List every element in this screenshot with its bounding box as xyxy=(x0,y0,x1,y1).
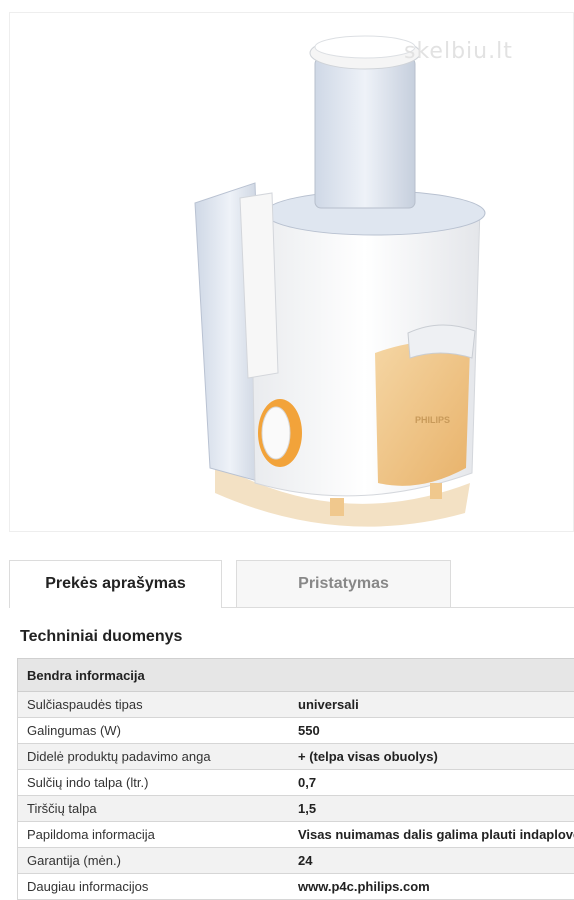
spec-label: Sulčių indo talpa (ltr.) xyxy=(17,769,289,796)
brand-label: PHILIPS xyxy=(415,415,450,425)
spec-row: Didelė produktų padavimo anga + (telpa vi… xyxy=(17,743,574,770)
spec-label: Sulčiaspaudės tipas xyxy=(17,691,289,718)
spec-label: Tirščių talpa xyxy=(17,795,289,822)
tab-delivery[interactable]: Pristatymas xyxy=(236,560,451,608)
spec-table: Bendra informacija Sulčiaspaudės tipas un… xyxy=(17,658,574,900)
tab-bar: Prekės aprašymas Pristatymas xyxy=(9,560,574,608)
spec-value: 1,5 xyxy=(289,795,574,822)
spec-group-label: Bendra informacija xyxy=(17,658,574,692)
product-photo[interactable]: PHILIPS skelbiu.lt xyxy=(9,12,574,532)
watermark: skelbiu.lt xyxy=(404,39,513,64)
spec-value: universali xyxy=(289,691,574,718)
spec-group-header: Bendra informacija xyxy=(17,658,574,692)
spec-label: Galingumas (W) xyxy=(17,717,289,744)
spec-value: + (telpa visas obuolys) xyxy=(289,743,574,770)
juice-spout xyxy=(407,324,476,359)
spec-label: Garantija (mėn.) xyxy=(17,847,289,874)
section-title: Techniniai duomenys xyxy=(20,628,183,645)
spec-row: Tirščių talpa 1,5 xyxy=(17,795,574,822)
spec-value: 0,7 xyxy=(289,769,574,796)
spec-label: Daugiau informacijos xyxy=(17,873,289,900)
juicer-foot xyxy=(330,498,344,516)
spec-row: Daugiau informacijos www.p4c.philips.com xyxy=(17,873,574,900)
spec-row: Garantija (mėn.) 24 xyxy=(17,847,574,874)
tab-description[interactable]: Prekės aprašymas xyxy=(9,560,222,608)
spec-row: Sulčių indo talpa (ltr.) 0,7 xyxy=(17,769,574,796)
feed-tube xyxy=(314,57,416,209)
spec-label: Papildoma informacija xyxy=(17,821,289,848)
spec-row: Galingumas (W) 550 xyxy=(17,717,574,744)
spec-value: 550 xyxy=(289,717,574,744)
spec-row: Sulčiaspaudės tipas universali xyxy=(17,691,574,718)
accent-panel xyxy=(375,341,470,486)
spec-value: Visas nuimamas dalis galima plauti indap… xyxy=(289,821,574,848)
spec-label: Didelė produktų padavimo anga xyxy=(17,743,289,770)
spec-value: www.p4c.philips.com xyxy=(289,873,574,900)
spec-row: Papildoma informacija Visas nuimamas dali… xyxy=(17,821,574,848)
juicer-illustration: PHILIPS xyxy=(194,35,486,527)
spec-value: 24 xyxy=(289,847,574,874)
